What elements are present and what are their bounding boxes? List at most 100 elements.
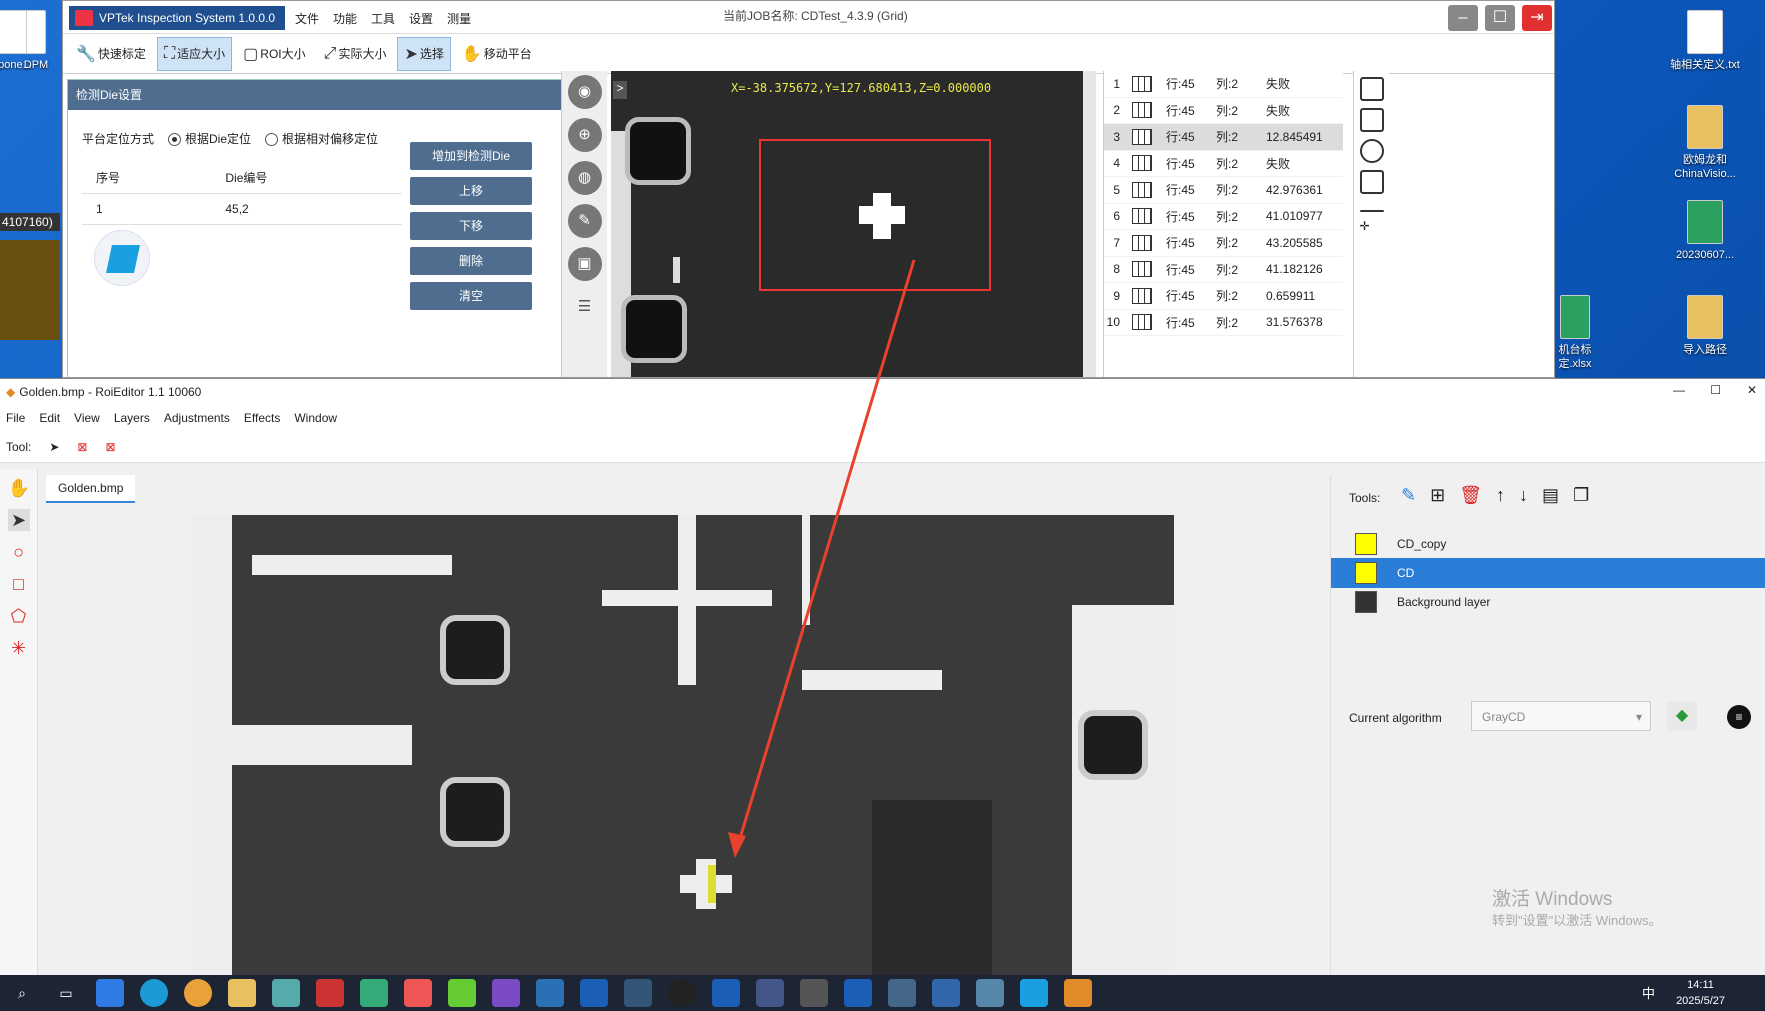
exit-button[interactable]: ⇥ bbox=[1522, 5, 1552, 31]
remove-all-icon[interactable]: ⊠ bbox=[105, 440, 115, 454]
select-arrow-icon[interactable]: ➤ bbox=[7, 509, 30, 531]
measure-icon[interactable]: ✎ bbox=[567, 204, 602, 238]
vis-icon[interactable] bbox=[580, 979, 608, 1007]
clock[interactable]: 14:11 2025/5/27 bbox=[1676, 977, 1725, 1009]
folder-icon[interactable] bbox=[228, 979, 256, 1007]
app-icon[interactable] bbox=[404, 979, 432, 1007]
roi-editor-taskbar-icon[interactable] bbox=[1064, 979, 1092, 1007]
run-cube-icon[interactable]: ◆ bbox=[1667, 701, 1697, 731]
result-row[interactable]: 1 行:45 列:2 失败 bbox=[1104, 71, 1343, 98]
polygon-tool-icon[interactable]: ⬠ bbox=[8, 605, 30, 627]
select-button[interactable]: ➤ 选择 bbox=[397, 36, 451, 71]
hand-icon[interactable]: ✋ bbox=[8, 477, 30, 499]
arrow-up-icon[interactable]: ↑ bbox=[1496, 485, 1505, 506]
desktop-icon-txt[interactable]: 轴相关定义.txt bbox=[1660, 10, 1750, 72]
app-icon[interactable] bbox=[360, 979, 388, 1007]
checklist-icon[interactable]: ☰ bbox=[568, 290, 602, 324]
globe-grid-icon[interactable]: ◍ bbox=[567, 161, 602, 195]
duplicate-icon[interactable]: ❐ bbox=[1573, 485, 1589, 506]
quick-calibrate-button[interactable]: 🔧 快速标定 bbox=[69, 37, 153, 71]
fit-frame-icon[interactable] bbox=[1359, 108, 1384, 132]
scrollbar[interactable] bbox=[1083, 71, 1096, 377]
rectangle-tool-icon[interactable]: □ bbox=[8, 573, 30, 595]
table-row[interactable]: 1 45,2 bbox=[82, 193, 402, 225]
chrome-icon[interactable] bbox=[184, 979, 212, 1007]
actual-size-button[interactable]: ⤢ 实际大小 bbox=[317, 37, 394, 71]
doc-tab[interactable]: Golden.bmp bbox=[46, 475, 136, 503]
app-icon[interactable] bbox=[96, 979, 124, 1007]
visual-studio-icon[interactable] bbox=[492, 979, 520, 1007]
pointer-icon[interactable]: ➤ bbox=[49, 440, 59, 454]
add-layer-icon[interactable]: ⊞ bbox=[1430, 485, 1445, 506]
grid-scan-icon[interactable]: ⊕ bbox=[567, 118, 602, 152]
task-view-icon[interactable]: ▭ bbox=[52, 979, 80, 1007]
maximize-button[interactable]: ☐ bbox=[1710, 383, 1721, 397]
menu-effects[interactable]: Effects bbox=[244, 411, 280, 425]
clear-button[interactable]: 清空 bbox=[410, 282, 532, 310]
app-icon[interactable] bbox=[888, 979, 916, 1007]
trash-icon[interactable]: 🗑 bbox=[1459, 485, 1482, 506]
app-icon[interactable] bbox=[976, 979, 1004, 1007]
menu-view[interactable]: View bbox=[74, 411, 100, 425]
result-row[interactable]: 10 行:45 列:2 31.576378 bbox=[1104, 310, 1343, 336]
menu-window[interactable]: Window bbox=[294, 411, 337, 425]
menu-file[interactable]: 文件 bbox=[295, 10, 319, 27]
menu-tools[interactable]: 工具 bbox=[371, 10, 395, 27]
result-row[interactable]: 6 行:45 列:2 41.010977 bbox=[1104, 204, 1343, 230]
grid-icon[interactable] bbox=[1359, 77, 1384, 101]
image-icon[interactable]: ▣ bbox=[567, 247, 602, 281]
expand-toggle[interactable]: > bbox=[613, 81, 627, 99]
roi-size-button[interactable]: ▢ ROI大小 bbox=[236, 37, 312, 71]
close-button[interactable]: ✕ bbox=[1747, 383, 1757, 397]
cd-roi-marker[interactable] bbox=[708, 865, 716, 903]
result-row[interactable]: 9 行:45 列:2 0.659911 bbox=[1104, 283, 1343, 310]
result-row[interactable]: 2 行:45 列:2 失败 bbox=[1104, 98, 1343, 124]
result-row[interactable]: 4 行:45 列:2 失败 bbox=[1104, 151, 1343, 177]
camera-view[interactable]: > X=-38.375672,Y=127.680413,Z=0.000000 bbox=[611, 71, 1096, 377]
layer-row[interactable]: CD_copy bbox=[1331, 529, 1765, 559]
radio-by-offset[interactable]: 根据相对偏移定位 bbox=[265, 130, 378, 147]
desktop-icon-sheet[interactable]: 20230607... bbox=[1660, 200, 1750, 262]
edge-icon[interactable] bbox=[140, 979, 168, 1007]
result-row[interactable]: 5 行:45 列:2 42.976361 bbox=[1104, 177, 1343, 204]
app-icon[interactable] bbox=[1020, 979, 1048, 1007]
app-icon[interactable] bbox=[536, 979, 564, 1007]
radio-by-die[interactable]: 根据Die定位 bbox=[168, 130, 251, 147]
result-row[interactable]: 3 行:45 列:2 12.845491 bbox=[1104, 124, 1343, 151]
menu-adjustments[interactable]: Adjustments bbox=[164, 411, 230, 425]
pencil-icon[interactable]: ✎ bbox=[1401, 485, 1416, 506]
delete-button[interactable]: 删除 bbox=[410, 247, 532, 275]
app-icon[interactable] bbox=[624, 979, 652, 1007]
menu-settings[interactable]: 设置 bbox=[409, 10, 433, 27]
menu-function[interactable]: 功能 bbox=[333, 10, 357, 27]
result-row[interactable]: 8 行:45 列:2 41.182126 bbox=[1104, 257, 1343, 283]
menu-circle-icon[interactable]: ≡ bbox=[1727, 705, 1751, 729]
minimize-button[interactable]: – bbox=[1448, 5, 1478, 31]
menu-edit[interactable]: Edit bbox=[39, 411, 60, 425]
add-die-button[interactable]: 增加到检测Die bbox=[410, 142, 532, 170]
desktop-icon-folder2[interactable]: 导入路径 bbox=[1660, 295, 1750, 357]
desktop-icon[interactable]: DPM bbox=[16, 10, 56, 72]
app-icon[interactable] bbox=[316, 979, 344, 1007]
arrow-down-icon[interactable]: ↓ bbox=[1519, 485, 1528, 506]
move-up-button[interactable]: 上移 bbox=[410, 177, 532, 205]
app-icon[interactable] bbox=[756, 979, 784, 1007]
maximize-button[interactable]: ☐ bbox=[1485, 5, 1515, 31]
result-row[interactable]: 7 行:45 列:2 43.205585 bbox=[1104, 230, 1343, 257]
magic-wand-icon[interactable]: ✳ bbox=[8, 637, 30, 659]
minimize-button[interactable]: — bbox=[1673, 383, 1685, 397]
search-icon[interactable]: ⌕ bbox=[8, 979, 36, 1007]
app-icon[interactable] bbox=[800, 979, 828, 1007]
app-icon[interactable] bbox=[932, 979, 960, 1007]
vis-icon[interactable] bbox=[712, 979, 740, 1007]
circle-icon[interactable] bbox=[1359, 139, 1384, 163]
desktop-icon-folder[interactable]: 欧姆龙和ChinaVisio... bbox=[1660, 105, 1750, 181]
fit-size-button[interactable]: ⛶ 适应大小 bbox=[156, 36, 233, 71]
app-icon[interactable] bbox=[448, 979, 476, 1007]
line-icon[interactable] bbox=[1359, 210, 1384, 212]
msg-icon[interactable] bbox=[668, 979, 696, 1007]
app-icon[interactable] bbox=[272, 979, 300, 1007]
vis-icon[interactable] bbox=[844, 979, 872, 1007]
layer-row[interactable]: CD bbox=[1331, 558, 1765, 588]
circle-tool-icon[interactable]: ○ bbox=[8, 541, 30, 563]
